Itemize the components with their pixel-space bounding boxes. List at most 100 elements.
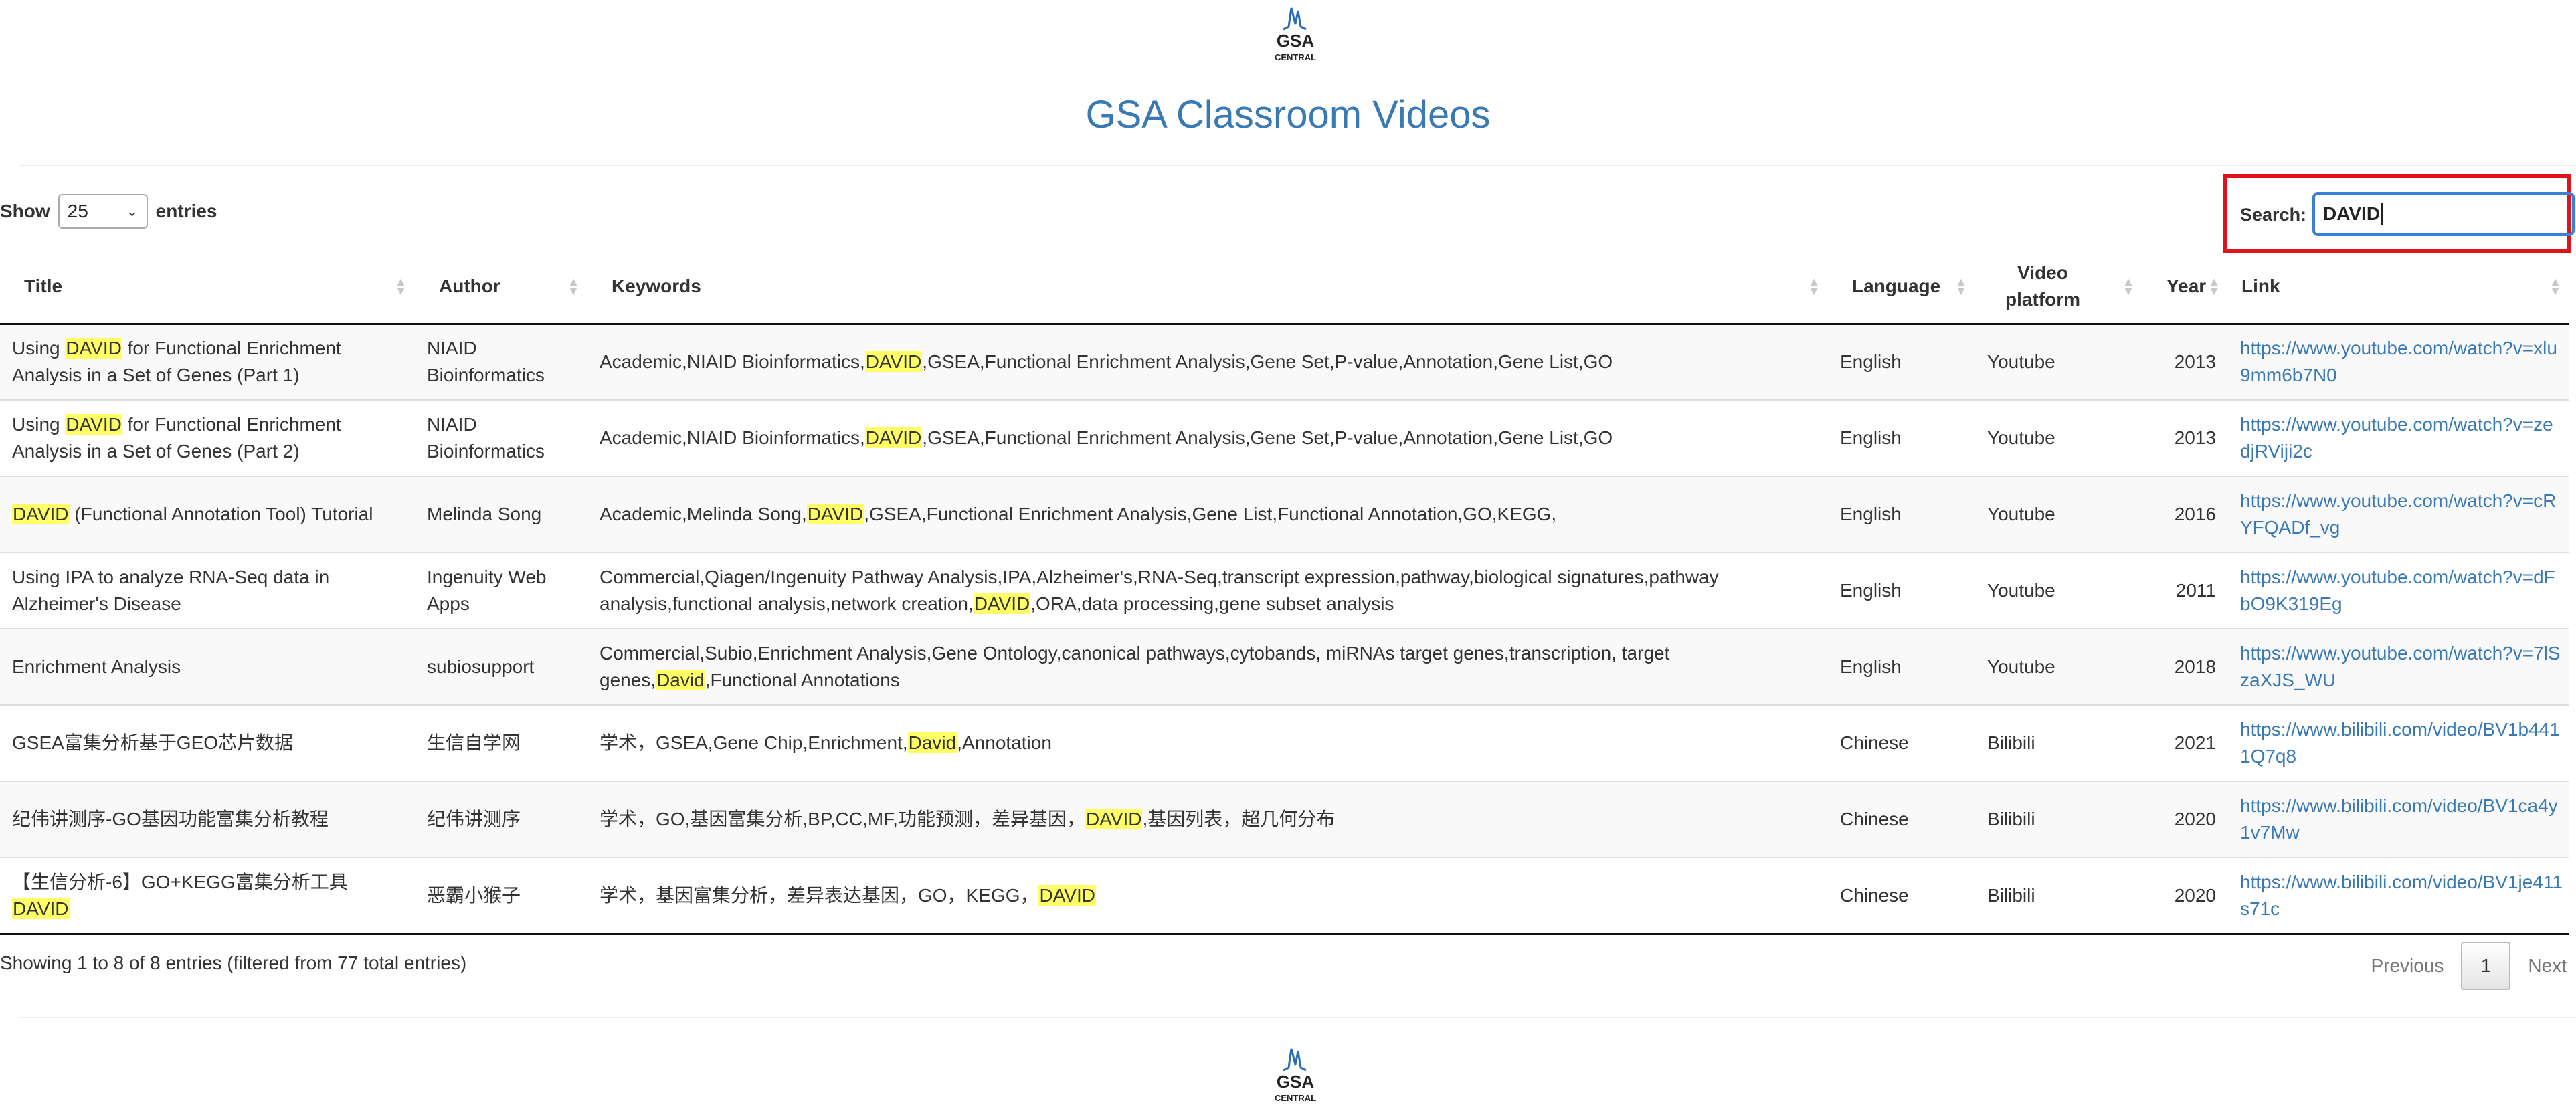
search-highlight: DAVID — [12, 898, 70, 919]
gsa-central-logo[interactable]: GSA CENTRAL — [1254, 3, 1337, 64]
table-row: 【生信分析-6】GO+KEGG富集分析工具 DAVID 恶霸小猴子 学术，基因富集分… — [0, 857, 2569, 935]
search-highlight: DAVID — [973, 593, 1031, 614]
cell-author: 生信自学网 — [415, 705, 587, 782]
chevron-down-icon: ⌄ — [126, 203, 139, 219]
entries-length-control: Show 25 ⌄ entries — [0, 194, 217, 229]
text-segment: Using — [12, 338, 66, 359]
sort-icon: ▲ ▼ — [2549, 275, 2561, 298]
cell-keywords: Academic,Melinda Song,DAVID,GSEA,Functio… — [587, 476, 1828, 553]
text-segment: Academic,Melinda Song, — [600, 504, 807, 524]
text-segment: Academic,NIAID Bioinformatics, — [600, 351, 865, 373]
search-highlight: DAVID — [1038, 884, 1096, 906]
column-author-label: Author — [439, 276, 500, 297]
table-row: 纪伟讲测序-GO基因功能富集分析教程 纪伟讲测序 学术，GO,基因富集分析,BP,C… — [0, 781, 2569, 858]
cell-link: https://www.youtube.com/watch?v=7lSzaXJS… — [2228, 629, 2569, 706]
video-link[interactable]: https://www.bilibili.com/video/BV1b4411Q… — [2240, 719, 2560, 767]
text-segment: Enrichment Analysis — [12, 656, 181, 677]
text-segment: ,Annotation — [957, 732, 1052, 753]
cell-platform: Bilibili — [1975, 705, 2142, 782]
video-link[interactable]: https://www.youtube.com/watch?v=cRYFQADf… — [2240, 490, 2556, 538]
text-segment: 学术，GSEA,Gene Chip,Enrichment, — [600, 732, 908, 753]
sort-icon: ▲ ▼ — [2122, 275, 2134, 298]
column-header-keywords[interactable]: Keywords ▲ ▼ — [587, 250, 1828, 325]
cell-link: https://www.bilibili.com/video/BV1ca4y1v… — [2228, 781, 2569, 858]
divider — [19, 1017, 2576, 1018]
text-segment: (Functional Annotation Tool) Tutorial — [69, 504, 373, 524]
column-link-label: Link — [2241, 276, 2280, 297]
video-link[interactable]: https://www.youtube.com/watch?v=zedjRVij… — [2240, 414, 2553, 462]
column-header-platform[interactable]: Video platform ▲ ▼ — [1975, 250, 2142, 325]
divider — [19, 165, 2576, 166]
cell-language: English — [1828, 324, 1975, 401]
search-highlight: DAVID — [864, 351, 923, 373]
previous-button[interactable]: Previous — [2371, 955, 2444, 977]
sort-icon: ▲ ▼ — [395, 275, 407, 298]
gsa-central-logo-footer[interactable]: GSA CENTRAL — [1254, 1043, 1337, 1105]
cell-title: DAVID (Functional Annotation Tool) Tutor… — [0, 476, 415, 553]
text-segment: GSEA富集分析基于GEO芯片数据 — [12, 732, 294, 753]
cell-platform: Bilibili — [1975, 781, 2142, 858]
entries-select-value: 25 — [67, 201, 88, 221]
next-button[interactable]: Next — [2528, 955, 2567, 977]
page-1-button[interactable]: 1 — [2461, 942, 2511, 990]
cell-language: English — [1828, 629, 1975, 706]
video-link[interactable]: https://www.youtube.com/watch?v=xlu9mm6b… — [2240, 338, 2557, 385]
cell-title: 纪伟讲测序-GO基因功能富集分析教程 — [0, 781, 415, 858]
videos-table: Title ▲ ▼ Author ▲ ▼ Keywords ▲ ▼ Language ▲ ▼ V… — [0, 250, 2569, 935]
cell-keywords: Academic,NIAID Bioinformatics,DAVID,GSEA… — [587, 324, 1828, 401]
show-label: Show — [0, 201, 50, 221]
cell-title: Enrichment Analysis — [0, 629, 415, 706]
cell-platform: Youtube — [1975, 552, 2142, 629]
search-highlight: David — [656, 670, 705, 690]
column-title-label: Title — [24, 276, 63, 297]
cell-platform: Youtube — [1975, 629, 2142, 706]
table-info: Showing 1 to 8 of 8 entries (filtered fr… — [0, 952, 467, 973]
video-link[interactable]: https://www.youtube.com/watch?v=7lSzaXJS… — [2240, 643, 2561, 690]
cell-language: Chinese — [1828, 705, 1975, 782]
cell-title: 【生信分析-6】GO+KEGG富集分析工具 DAVID — [0, 857, 415, 935]
cell-year: 2018 — [2142, 629, 2228, 706]
cell-language: Chinese — [1828, 781, 1975, 858]
table-row: Using IPA to analyze RNA-Seq data in Alz… — [0, 552, 2569, 629]
column-language-label: Language — [1852, 276, 1941, 297]
cell-year: 2020 — [2142, 857, 2228, 935]
cell-language: English — [1828, 476, 1975, 553]
cell-year: 2021 — [2142, 705, 2228, 782]
table-row: Using DAVID for Functional Enrichment An… — [0, 400, 2569, 477]
column-year-label: Year — [2167, 276, 2207, 297]
column-header-link[interactable]: Link ▲ ▼ — [2228, 250, 2569, 325]
search-highlight: DAVID — [65, 414, 122, 435]
column-header-language[interactable]: Language ▲ ▼ — [1828, 250, 1975, 325]
text-segment: ,GSEA,Functional Enrichment Analysis,Gen… — [922, 427, 1613, 448]
search-highlight: DAVID — [1085, 809, 1143, 829]
cell-year: 2013 — [2142, 400, 2228, 477]
entries-select[interactable]: 25 ⌄ — [58, 194, 148, 229]
text-segment: ,Functional Annotations — [705, 670, 900, 690]
video-link[interactable]: https://www.youtube.com/watch?v=dFbO9K31… — [2240, 567, 2555, 614]
cell-author: NIAID Bioinformatics — [415, 324, 587, 401]
column-header-year[interactable]: Year ▲ ▼ — [2142, 250, 2228, 325]
column-header-title[interactable]: Title ▲ ▼ — [0, 250, 415, 325]
table-row: Using DAVID for Functional Enrichment An… — [0, 324, 2569, 401]
search-input[interactable]: DAVID — [2312, 192, 2575, 236]
cell-keywords: 学术，GSEA,Gene Chip,Enrichment,David,Annot… — [587, 705, 1828, 782]
video-link[interactable]: https://www.bilibili.com/video/BV1je411s… — [2240, 872, 2563, 919]
video-link[interactable]: https://www.bilibili.com/video/BV1ca4y1v… — [2240, 795, 2558, 843]
cell-author: subiosupport — [415, 629, 587, 706]
cell-author: Ingenuity Web Apps — [415, 552, 587, 629]
cell-author: 纪伟讲测序 — [415, 781, 587, 858]
column-platform-label: Video platform — [2005, 262, 2080, 310]
text-segment: 学术，GO,基因富集分析,BP,CC,MF,功能预测，差异基因， — [600, 809, 1085, 829]
cell-platform: Youtube — [1975, 324, 2142, 401]
search-highlight: David — [907, 732, 957, 753]
svg-text:GSA: GSA — [1277, 31, 1315, 51]
cell-year: 2020 — [2142, 781, 2228, 858]
cell-keywords: 学术，GO,基因富集分析,BP,CC,MF,功能预测，差异基因，DAVID,基因… — [587, 781, 1828, 858]
svg-text:CENTRAL: CENTRAL — [1275, 52, 1316, 62]
column-header-author[interactable]: Author ▲ ▼ — [415, 250, 587, 325]
search-highlight: DAVID — [12, 504, 70, 524]
search-highlight: DAVID — [806, 504, 864, 524]
table-row: Enrichment Analysis subiosupport Commercia… — [0, 629, 2569, 706]
text-segment: Using — [12, 414, 66, 435]
pagination: Previous 1 Next — [2371, 942, 2567, 990]
